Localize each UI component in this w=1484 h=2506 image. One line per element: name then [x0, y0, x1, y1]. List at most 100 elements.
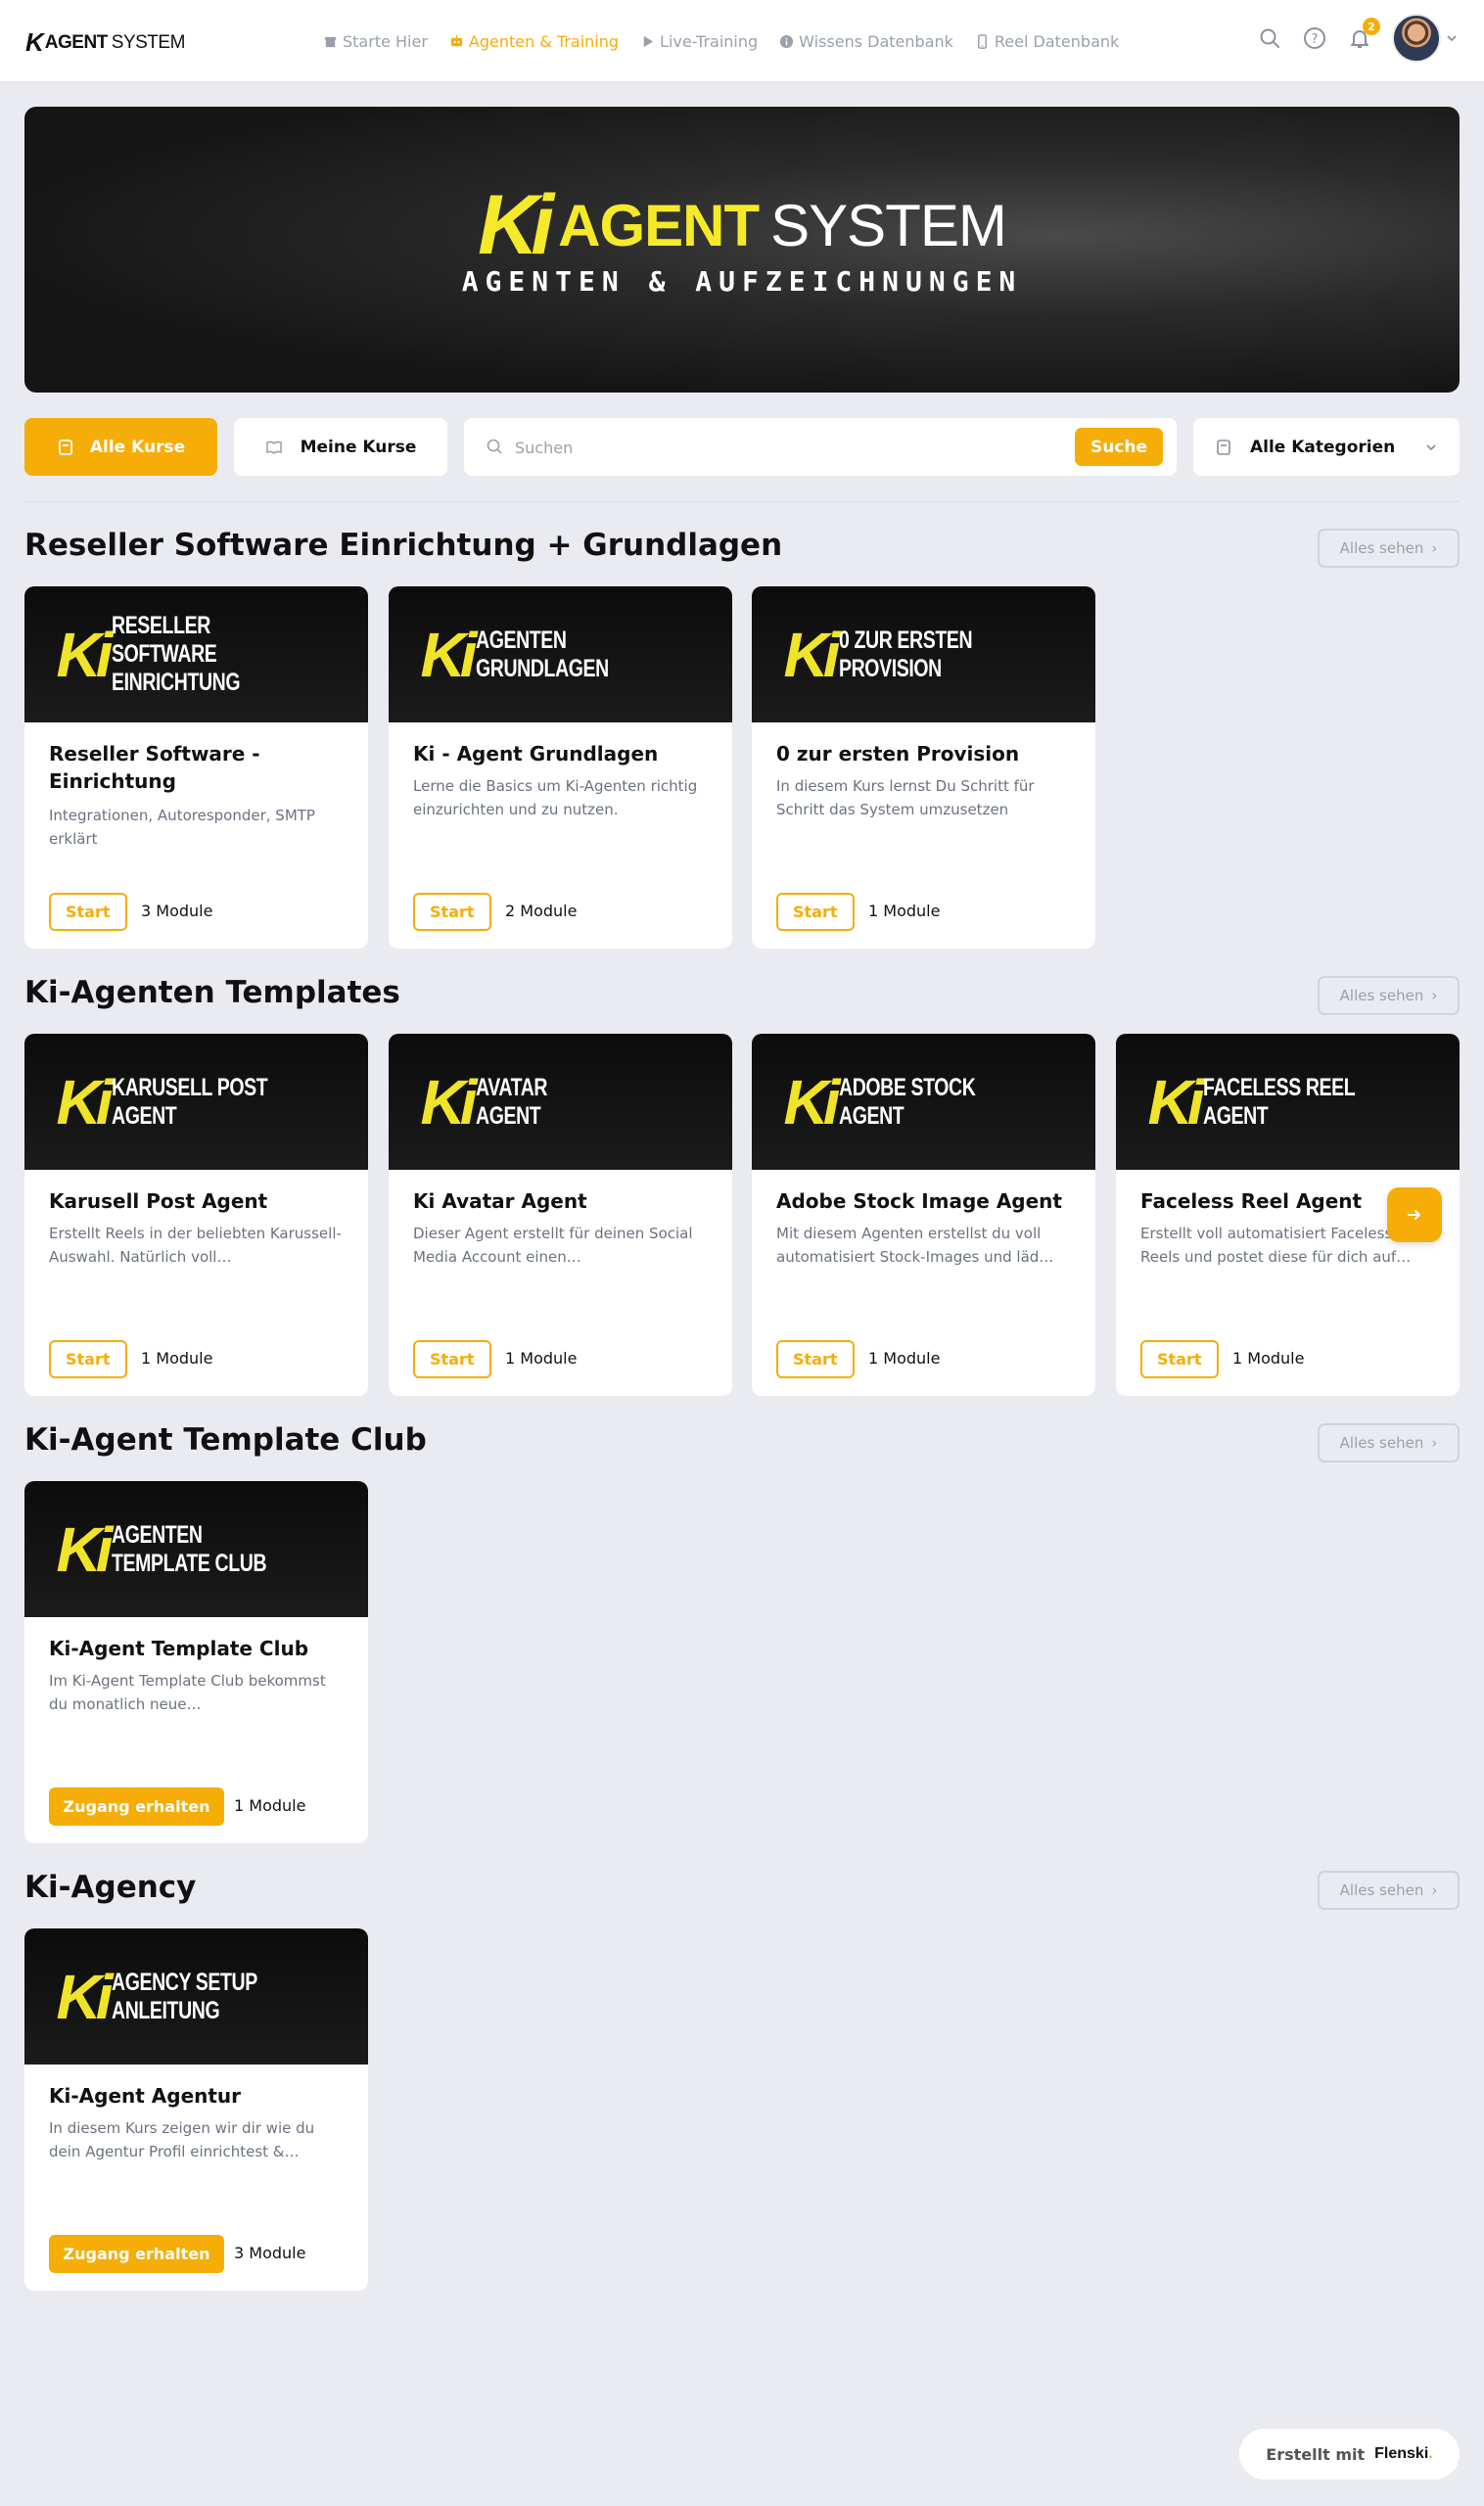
thumbnail-label: RESELLER SOFTWARE EINRICHTUNG [111, 612, 241, 696]
see-all-label: Alles sehen [1339, 1434, 1424, 1452]
thumbnail-label: 0 ZUR ERSTEN PROVISION [838, 626, 973, 682]
svg-text:?: ? [1312, 32, 1319, 47]
start-button[interactable]: Start [49, 1340, 127, 1378]
course-thumbnail: Ki ADOBE STOCK AGENT [752, 1034, 1095, 1170]
see-all-button[interactable]: Alles sehen › [1318, 529, 1460, 568]
thumbnail-label: AGENTEN TEMPLATE CLUB [111, 1520, 267, 1577]
nav-label: Agenten & Training [468, 31, 620, 51]
play-icon [643, 35, 654, 47]
my-courses-label: Meine Kurse [300, 437, 417, 457]
info-icon [780, 34, 794, 48]
nav-item-reel-datenbank[interactable]: Reel Datenbank [975, 32, 1119, 51]
module-count: 1 Module [505, 1349, 578, 1368]
course-title: Reseller Software - Einrichtung [49, 742, 260, 793]
module-count: 2 Module [505, 902, 578, 920]
thumbnail-label: FACELESS REEL AGENT [1202, 1073, 1356, 1130]
hero-ki-mark: Ki [478, 178, 554, 272]
created-with-label: Erstellt mit [1266, 2444, 1366, 2464]
nav-label: Reel Datenbank [994, 31, 1120, 51]
see-all-label: Alles sehen [1339, 987, 1424, 1004]
start-button[interactable]: Start [49, 893, 127, 931]
course-title: Ki-Agent Template Club [49, 1637, 309, 1660]
course-title: 0 zur ersten Provision [776, 742, 1020, 766]
course-card[interactable]: Ki AGENCY SETUP ANLEITUNG Ki-Agent Agentu… [24, 1928, 368, 2291]
section-title: Ki-Agent Template Club [24, 1422, 427, 1458]
notification-count-badge: 2 [1363, 18, 1380, 35]
get-access-button[interactable]: Zugang erhalten [49, 2235, 224, 2273]
brand-logo[interactable]: K AGENT SYSTEM [25, 27, 185, 58]
course-title: Ki - Agent Grundlagen [413, 742, 659, 766]
course-thumbnail: Ki 0 ZUR ERSTEN PROVISION [752, 586, 1095, 722]
nav-item-wissens-datenbank[interactable]: Wissens Datenbank [779, 32, 953, 51]
thumbnail-label: AGENCY SETUP ANLEITUNG [111, 1968, 257, 2024]
see-all-button[interactable]: Alles sehen › [1318, 1423, 1460, 1462]
module-count: 3 Module [141, 902, 213, 920]
hero-agent-text: AGENT [558, 192, 760, 258]
open-book-icon [265, 441, 282, 454]
search-icon[interactable] [1257, 25, 1282, 51]
course-card[interactable]: Ki RESELLER SOFTWARE EINRICHTUNG Reseller… [24, 586, 368, 949]
course-title: Ki-Agent Agentur [49, 2084, 242, 2108]
start-button[interactable]: Start [413, 893, 491, 931]
module-count: 1 Module [868, 902, 941, 920]
flenski-brand-name: Flenski [1374, 2445, 1429, 2462]
section-title: Ki-Agenten Templates [24, 975, 400, 1010]
flenski-brand-dot: . [1428, 2445, 1433, 2462]
nav-item-starte-hier[interactable]: Starte Hier [323, 32, 428, 51]
ki-logo-mark: Ki [420, 619, 478, 690]
category-select[interactable]: Alle Kategorien [1193, 418, 1460, 476]
start-button[interactable]: Start [413, 1340, 491, 1378]
user-menu[interactable] [1392, 14, 1459, 63]
course-card[interactable]: Ki 0 ZUR ERSTEN PROVISION 0 zur ersten Pr… [752, 586, 1095, 949]
course-card[interactable]: Ki AGENTEN GRUNDLAGEN Ki - Agent Grundlag… [389, 586, 732, 949]
search-button[interactable]: Suche [1075, 428, 1163, 466]
start-button[interactable]: Start [1140, 1340, 1219, 1378]
my-courses-button[interactable]: Meine Kurse [234, 418, 447, 476]
all-courses-button[interactable]: Alle Kurse [24, 418, 217, 476]
book-icon [58, 439, 72, 455]
chevron-right-icon: › [1431, 987, 1438, 1004]
ki-logo-mark: Ki [783, 619, 841, 690]
hero-system-text: SYSTEM [770, 192, 1007, 258]
avatar [1392, 14, 1441, 63]
arrow-right-icon [1408, 1210, 1420, 1220]
chevron-right-icon: › [1431, 539, 1438, 557]
see-all-button[interactable]: Alles sehen › [1318, 1871, 1460, 1910]
ki-logo-mark: Ki [420, 1066, 478, 1137]
course-thumbnail: Ki RESELLER SOFTWARE EINRICHTUNG [24, 586, 368, 722]
thumbnail-label: ADOBE STOCK AGENT [838, 1073, 976, 1130]
course-card[interactable]: Ki AGENTEN TEMPLATE CLUB Ki-Agent Templat… [24, 1481, 368, 1843]
carousel-next-button[interactable] [1387, 1187, 1442, 1242]
course-thumbnail: Ki AVATAR AGENT [389, 1034, 732, 1170]
thumbnail-label: AVATAR AGENT [475, 1073, 548, 1130]
created-with-badge[interactable]: Erstellt mit Flenski. [1239, 2429, 1460, 2480]
nav-label: Live-Training [660, 31, 759, 51]
get-access-button[interactable]: Zugang erhalten [49, 1787, 224, 1826]
start-button[interactable]: Start [776, 1340, 855, 1378]
search-box: Suche [464, 418, 1177, 476]
help-icon[interactable]: ? [1302, 25, 1327, 51]
search-input[interactable] [515, 432, 1004, 463]
course-card[interactable]: Ki AVATAR AGENT Ki Avatar Agent Dieser Ag… [389, 1034, 732, 1396]
module-count: 1 Module [141, 1349, 213, 1368]
course-card[interactable]: Ki KARUSELL POST AGENT Karusell Post Agen… [24, 1034, 368, 1396]
course-description: Erstellt Reels in der beliebten Karussel… [49, 1225, 342, 1266]
course-title: Karusell Post Agent [49, 1189, 268, 1213]
ki-logo-mark: Ki [56, 1961, 114, 2032]
notification-bell-icon[interactable]: 2 [1347, 18, 1380, 51]
nav-item-agenten-training[interactable]: Agenten & Training [449, 32, 619, 51]
course-filters: Alle Kurse Meine Kurse Suche Alle Katego… [24, 418, 1460, 476]
divider [24, 501, 1460, 502]
robot-icon [450, 34, 463, 46]
course-description: In diesem Kurs zeigen wir dir wie du dei… [49, 2119, 315, 2160]
course-description: In diesem Kurs lernst Du Schritt für Sch… [776, 777, 1035, 818]
top-navbar: K AGENT SYSTEM Starte Hier Agenten & Tra… [0, 0, 1484, 82]
see-all-label: Alles sehen [1339, 1881, 1424, 1899]
nav-item-live-training[interactable]: Live-Training [640, 32, 758, 51]
start-button[interactable]: Start [776, 893, 855, 931]
thumbnail-label: AGENTEN GRUNDLAGEN [475, 626, 609, 682]
see-all-button[interactable]: Alles sehen › [1318, 976, 1460, 1015]
course-thumbnail: Ki KARUSELL POST AGENT [24, 1034, 368, 1170]
course-card[interactable]: Ki ADOBE STOCK AGENT Adobe Stock Image Ag… [752, 1034, 1095, 1396]
course-thumbnail: Ki AGENTEN GRUNDLAGEN [389, 586, 732, 722]
